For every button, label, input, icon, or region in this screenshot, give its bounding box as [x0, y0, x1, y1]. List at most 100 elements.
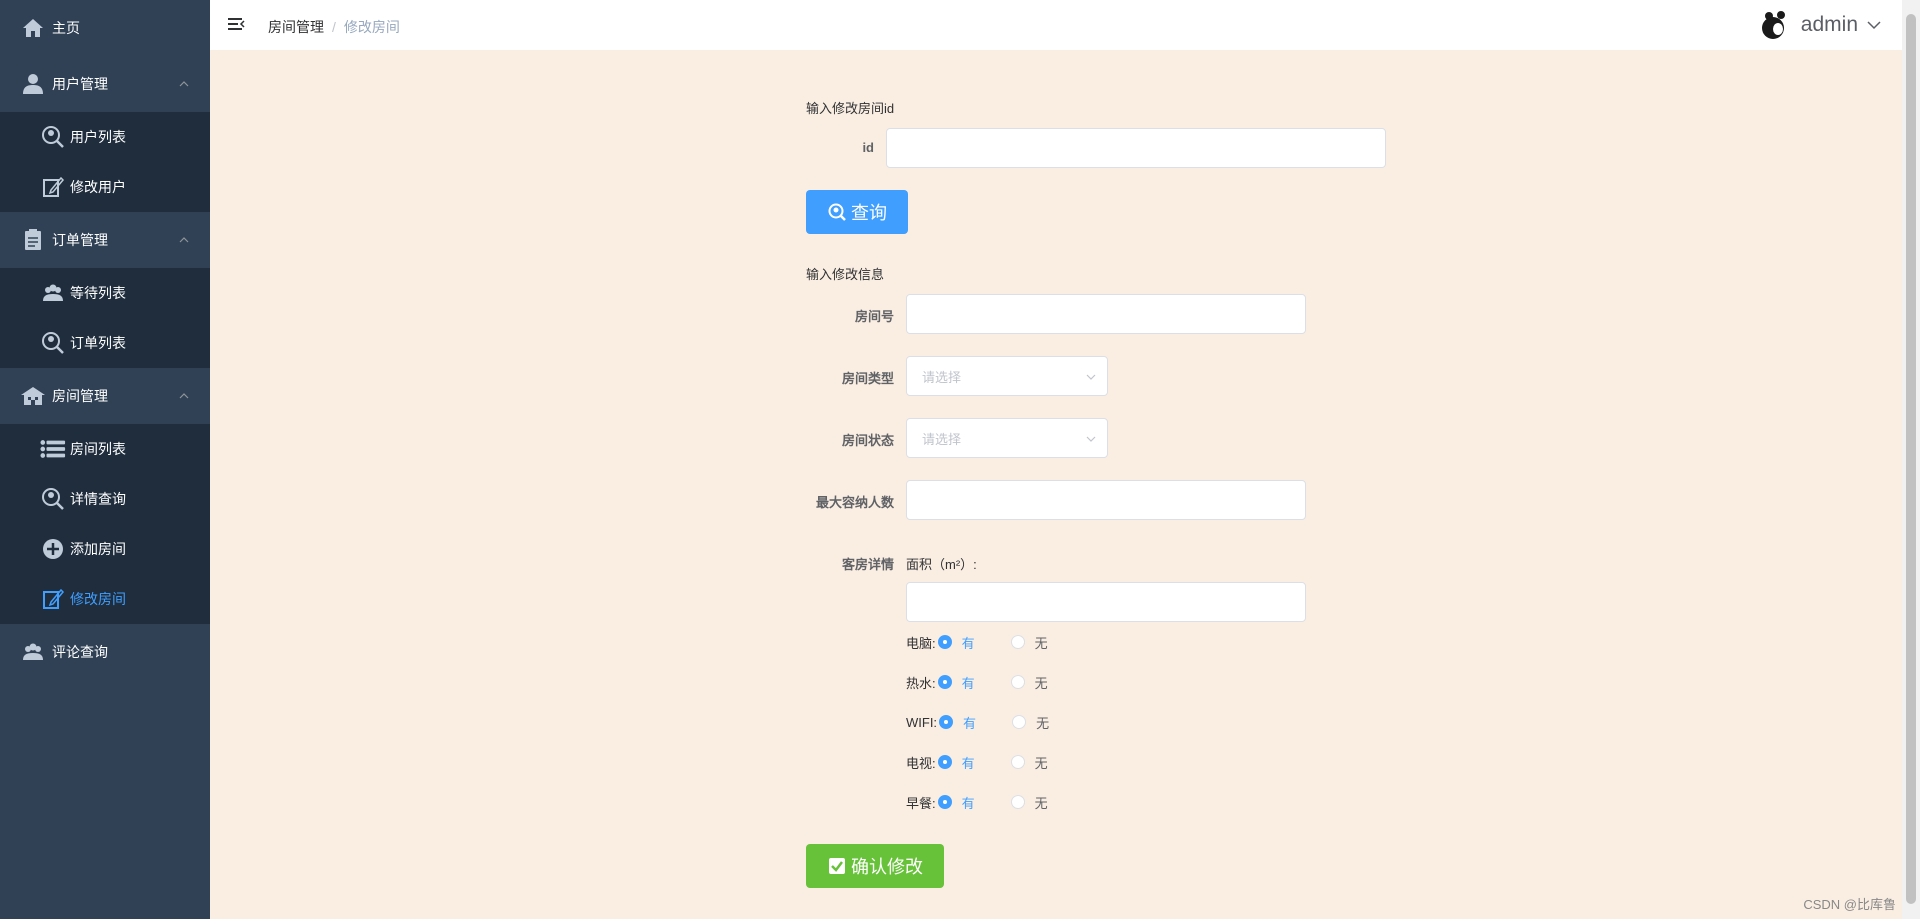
query-button[interactable]: 查询: [806, 190, 908, 234]
radio-dot: [937, 755, 952, 769]
sidebar-label-edit-room: 修改房间: [70, 591, 126, 607]
scrollbar-thumb[interactable]: [1906, 14, 1916, 904]
chevron-up-icon: [179, 393, 189, 399]
sidebar-item-user-list[interactable]: 用户列表: [0, 112, 210, 162]
radio-no[interactable]: 无: [1010, 753, 1048, 772]
radio-yes[interactable]: 有: [939, 713, 976, 732]
user-dropdown[interactable]: admin: [1759, 8, 1882, 42]
edit-icon: [40, 586, 66, 612]
radio-label: 有: [961, 755, 975, 771]
radio-label: 有: [963, 715, 977, 731]
menu-item-order-management[interactable]: 订单管理: [0, 212, 210, 268]
menu-item-room-management[interactable]: 房间管理: [0, 368, 210, 424]
radio-no[interactable]: 无: [1010, 673, 1048, 692]
radio-no[interactable]: 无: [1010, 793, 1048, 812]
sidebar-item-order-list[interactable]: 订单列表: [0, 318, 210, 368]
search-user-icon: [40, 330, 66, 356]
home-icon: [20, 15, 46, 41]
radio-no[interactable]: 无: [1012, 713, 1049, 732]
chevron-down-icon: [1086, 374, 1096, 380]
radio-dot: [1010, 795, 1025, 809]
radio-label: 无: [1034, 675, 1048, 691]
amenity-computer: 电脑: 有 无: [906, 632, 1048, 652]
radio-dot: [1010, 755, 1025, 769]
radio-no[interactable]: 无: [1010, 633, 1048, 652]
max-people-input[interactable]: [906, 480, 1306, 520]
radio-dot: [1012, 715, 1027, 729]
sidebar-label-order-list: 订单列表: [70, 335, 126, 351]
menu-item-user-management[interactable]: 用户管理: [0, 56, 210, 112]
breadcrumb-item-edit-room: 修改房间: [343, 19, 400, 35]
menu-label-order-management: 订单管理: [52, 232, 108, 248]
sidebar-label-user-list: 用户列表: [70, 129, 126, 145]
room-type-select[interactable]: 请选择: [906, 356, 1108, 396]
amenity-hot-water: 热水: 有 无: [906, 672, 1048, 692]
menu-label-comment-query: 评论查询: [52, 644, 108, 660]
breadcrumb: 房间管理 / 修改房间: [268, 17, 400, 37]
building-icon: [20, 383, 46, 409]
sidebar-item-waiting-list[interactable]: 等待列表: [0, 268, 210, 318]
sidebar-label-edit-user: 修改用户: [70, 179, 126, 195]
radio-label: 有: [961, 675, 975, 691]
list-icon: [40, 436, 66, 462]
max-people-label: 最大容纳人数: [815, 495, 894, 510]
sidebar-label-detail-query: 详情查询: [70, 491, 126, 507]
submenu-order-management: 等待列表 订单列表: [0, 268, 210, 368]
menu-item-home[interactable]: 主页: [0, 0, 210, 56]
radio-yes[interactable]: 有: [937, 793, 975, 812]
menu-item-comment-query[interactable]: 评论查询: [0, 624, 210, 680]
radio-label: 有: [961, 635, 975, 651]
edit-icon: [40, 174, 66, 200]
username: admin: [1800, 13, 1858, 36]
room-status-label: 房间状态: [841, 433, 894, 448]
breadcrumb-separator: /: [332, 19, 336, 35]
room-type-placeholder: 请选择: [922, 369, 962, 385]
radio-label: 无: [1036, 715, 1050, 731]
radio-yes[interactable]: 有: [937, 673, 975, 692]
id-section-title: 输入修改房间id: [806, 101, 895, 116]
radio-label: 无: [1034, 795, 1048, 811]
search-user-icon: [40, 124, 66, 150]
room-number-label: 房间号: [854, 309, 894, 324]
avatar: [1761, 11, 1785, 39]
room-status-select[interactable]: 请选择: [906, 418, 1108, 458]
room-status-placeholder: 请选择: [922, 431, 962, 447]
vertical-scrollbar[interactable]: [1902, 0, 1920, 919]
sidebar-item-edit-user[interactable]: 修改用户: [0, 162, 210, 212]
amenity-breakfast: 早餐: 有 无: [906, 792, 1048, 812]
chevron-up-icon: [179, 237, 189, 243]
sidebar-item-detail-query[interactable]: 详情查询: [0, 474, 210, 524]
sidebar-item-room-list[interactable]: 房间列表: [0, 424, 210, 474]
top-navbar: 房间管理 / 修改房间 admin: [210, 0, 1902, 50]
room-number-input[interactable]: [906, 294, 1306, 334]
id-input[interactable]: [886, 128, 1386, 168]
area-input[interactable]: [906, 582, 1306, 622]
menu-label-room-management: 房间管理: [52, 388, 108, 404]
info-section-title: 输入修改信息: [806, 267, 885, 282]
chevron-up-icon: [179, 81, 189, 87]
sidebar-label-waiting-list: 等待列表: [70, 285, 126, 301]
hamburger-icon[interactable]: [226, 15, 246, 35]
sidebar-item-edit-room[interactable]: 修改房间: [0, 574, 210, 624]
radio-yes[interactable]: 有: [937, 753, 975, 772]
sidebar-label-room-list: 房间列表: [70, 441, 126, 457]
radio-label: 无: [1034, 635, 1048, 651]
confirm-edit-label: 确认修改: [851, 857, 923, 877]
radio-dot: [1010, 675, 1025, 689]
amenity-label: 电视:: [906, 755, 936, 771]
breadcrumb-item-room-management[interactable]: 房间管理: [268, 19, 324, 35]
radio-yes[interactable]: 有: [937, 633, 975, 652]
search-user-icon: [40, 486, 66, 512]
submenu-room-management: 房间列表 详情查询 添加房间 修改房间: [0, 424, 210, 624]
amenity-label: WIFI:: [906, 714, 938, 730]
sidebar-item-add-room[interactable]: 添加房间: [0, 524, 210, 574]
watermark: CSDN @比库鲁: [1803, 897, 1896, 912]
menu-label-home: 主页: [52, 20, 80, 36]
room-type-label: 房间类型: [841, 371, 894, 386]
check-square-icon: [827, 856, 847, 876]
radio-dot: [939, 715, 954, 729]
confirm-edit-button[interactable]: 确认修改: [806, 844, 944, 888]
amenity-label: 热水:: [906, 675, 936, 691]
sidebar-label-add-room: 添加房间: [70, 541, 126, 557]
group-icon: [40, 280, 66, 306]
